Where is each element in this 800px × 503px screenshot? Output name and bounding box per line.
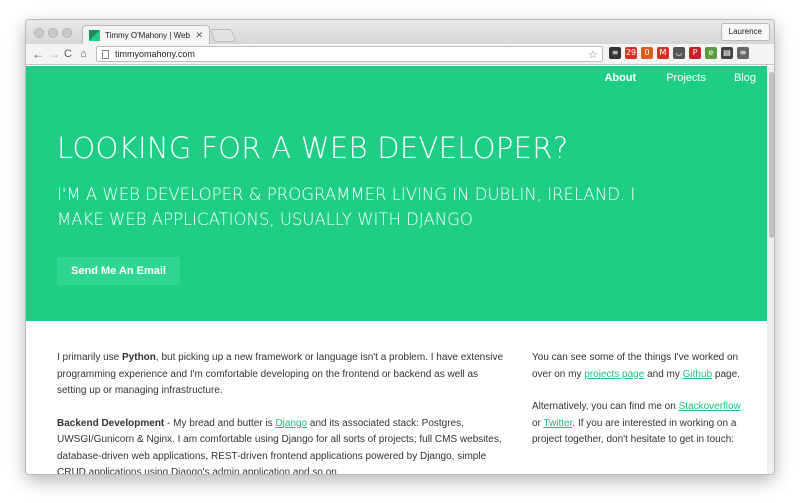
django-link[interactable]: Django [275,418,307,429]
tab-title: Timmy O'Mahony | Web De [105,30,192,40]
content-section: I primarily use Python, but picking up a… [26,321,767,475]
backend-text-1: - My bread and butter is [164,417,276,429]
close-window-button[interactable] [34,28,44,38]
nav-about-link[interactable]: About [604,69,636,87]
hero-headline: LOOKING FOR A WEB DEVELOPER? [57,131,569,165]
contact-paragraph: Alternatively, you can find me on Stacko… [532,399,747,449]
evernote-icon[interactable]: e [705,47,717,59]
site-nav: About Projects Blog [604,69,767,87]
nav-blog-link[interactable]: Blog [734,69,756,87]
site-favicon-icon [89,29,100,41]
intro-text-1: I primarily use [57,352,123,363]
profile-button[interactable]: Laurence [720,23,770,41]
bookmark-star-icon[interactable]: ☆ [588,48,598,61]
hero-section: About Projects Blog LOOKING FOR A WEB DE… [26,66,767,321]
address-bar[interactable]: timmyomahony.com ☆ [96,46,603,62]
url-text[interactable]: timmyomahony.com [115,49,588,59]
calendar-icon[interactable]: 29 [625,47,637,59]
browser-toolbar: ← → C ⌂ timmyomahony.com ☆ ≡ 29 0 M ◡ Pe ▤ ≡ [26,44,774,65]
page-icon [102,49,109,59]
tab-close-icon[interactable]: ✕ [195,30,203,41]
side-column: You can see some of the things I've work… [532,350,747,465]
nav-projects-link[interactable]: Projects [666,69,706,87]
twitter-link[interactable]: Twitter [544,418,573,429]
projects-text-2: and my [644,368,683,380]
backend-paragraph: Backend Development - My bread and butte… [57,416,507,475]
browser-tab[interactable]: Timmy O'Mahony | Web De ✕ [82,25,210,44]
projects-paragraph: You can see some of the things I've work… [532,350,747,383]
forward-arrow-icon[interactable]: → [48,47,60,61]
send-email-button[interactable]: Send Me An Email [57,257,180,285]
back-arrow-icon[interactable]: ← [32,47,44,61]
reload-icon[interactable]: C [64,47,72,61]
hero-subheadline: I'M A WEB DEVELOPER & PROGRAMMER LIVING … [57,185,636,229]
github-link[interactable]: Github [683,369,712,380]
gmail-icon[interactable]: M [657,47,669,59]
home-icon[interactable]: ⌂ [80,47,87,61]
contact-text-2: or [532,417,544,429]
pocket-icon[interactable]: ◡ [673,47,685,59]
intro-paragraph: I primarily use Python, but picking up a… [57,350,507,400]
browser-window: Timmy O'Mahony | Web De ✕ Laurence ← → C… [25,19,775,475]
page-viewport: About Projects Blog LOOKING FOR A WEB DE… [26,66,767,475]
page-scrollbar[interactable] [767,66,774,474]
backend-heading: Backend Development [57,417,165,429]
extension-icons: ≡ 29 0 M ◡ Pe ▤ ≡ [609,47,749,59]
title-bar: Timmy O'Mahony | Web De ✕ Laurence [26,20,774,44]
menu-icon[interactable]: ≡ [737,47,749,59]
scrollbar-thumb[interactable] [769,72,774,238]
maximize-window-button[interactable] [62,28,72,38]
projects-text-3: page. [712,368,740,380]
card-icon[interactable]: ▤ [721,47,733,59]
buffer-icon[interactable]: ≡ [609,47,621,59]
stackoverflow-link[interactable]: Stackoverflow [679,401,741,412]
projects-page-link[interactable]: projects page [584,369,644,380]
contact-text-1: Alternatively, you can find me on [532,401,679,412]
pinterest-icon[interactable]: P [689,47,701,59]
python-keyword: Python [122,352,156,363]
new-tab-button[interactable] [209,29,237,42]
minimize-window-button[interactable] [48,28,58,38]
main-column: I primarily use Python, but picking up a… [57,350,507,475]
shield-icon[interactable]: 0 [641,47,653,59]
